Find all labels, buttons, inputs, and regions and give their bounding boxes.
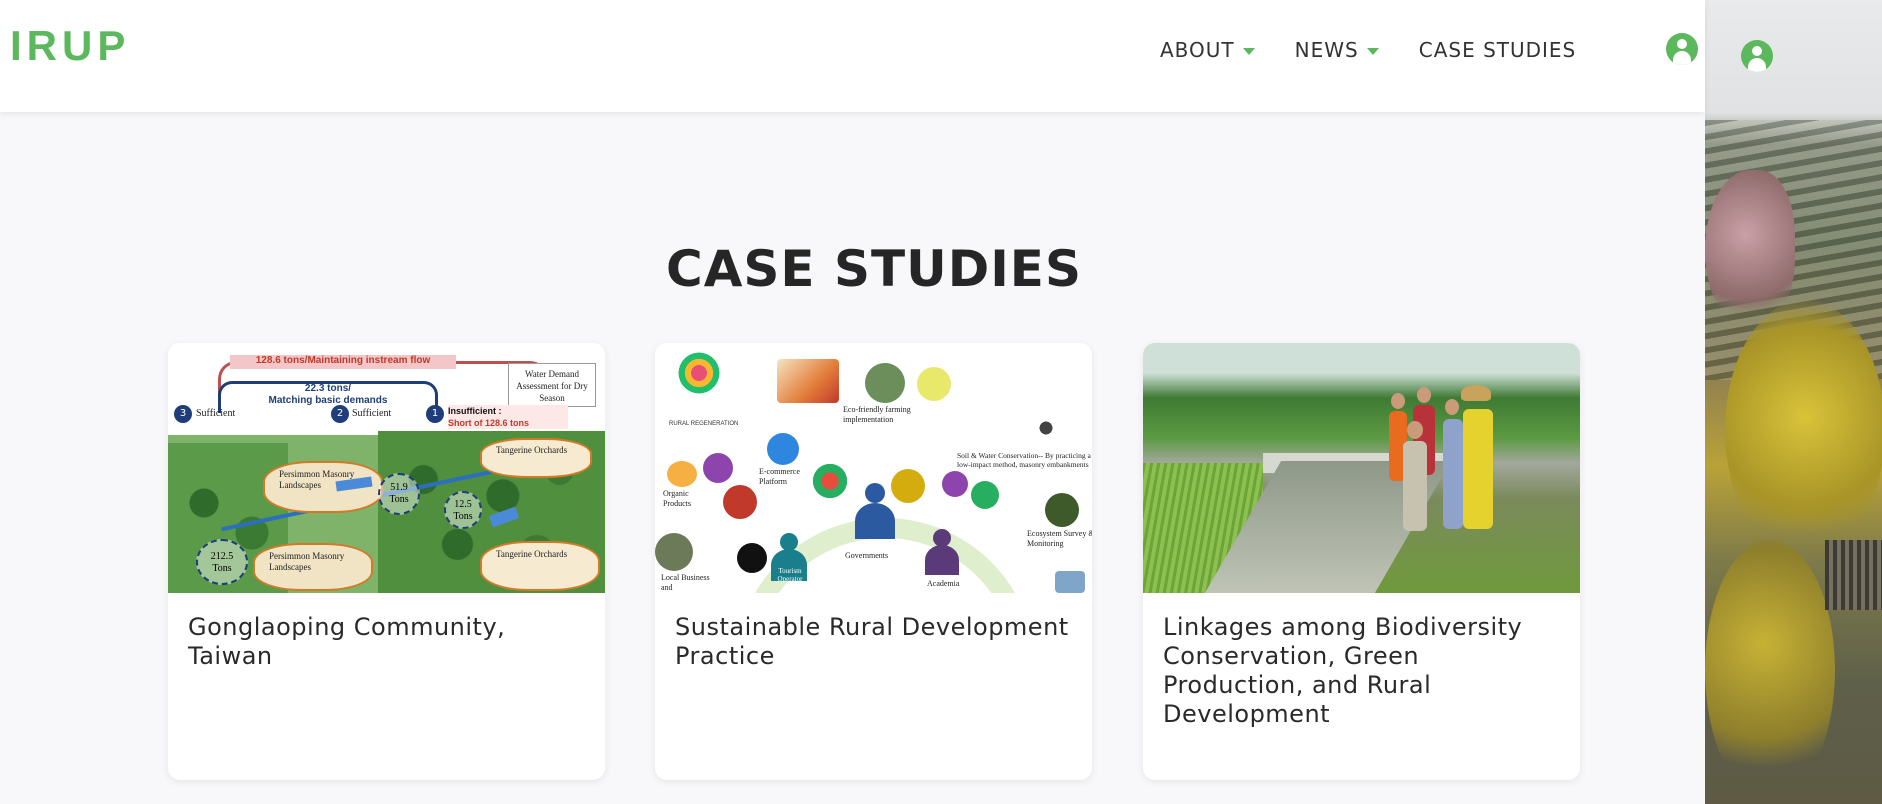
red-logo-icon [723,485,757,519]
person-blue-shirt [1443,419,1463,529]
case-study-card-gonglaoping[interactable]: 128.6 tons/Maintaining instream flow 22.… [168,343,605,780]
landscape-photo [1055,571,1085,593]
water-demand-box: Water Demand Assessment for Dry Season [508,363,596,407]
user-circle-icon[interactable] [1666,33,1698,65]
orchard-label-2: Tangerine Orchards [496,549,568,559]
section-title: CASE STUDIES [666,240,1082,298]
water-demand-text: Water Demand Assessment for Dry Season [516,369,588,403]
badge-1: 1 [426,405,444,423]
yellow-tree [1725,300,1882,560]
person-white-shirt [1403,441,1427,531]
nav-news-label: NEWS [1294,38,1359,62]
academia-label: Academia [927,579,960,588]
background-photo-strip [1705,0,1882,804]
blue-flow-label-2: Matching basic demands [268,395,388,406]
person-head [1417,387,1431,403]
user-icon-body [1748,58,1766,72]
rural-regeneration-tree-icon [677,351,721,395]
card-title: Gonglaoping Community, Taiwan [188,613,506,670]
stones-icon [1028,417,1064,439]
tonnage-c: 212.5 Tons [210,551,234,574]
person-yellow-shirt [1463,409,1493,529]
caret-down-icon [1242,47,1255,55]
user-icon[interactable] [1741,40,1773,72]
insufficient-label: Insufficient : [448,406,502,416]
nav-about[interactable]: ABOUT [1160,38,1255,62]
ecommerce-icon [767,433,799,465]
person-head [1445,399,1459,415]
forestry-logo-icon [971,481,999,509]
site-header: IRUP ABOUT NEWS CASE STUDIES [0,0,1705,112]
ecosystem-photo [1045,493,1079,527]
academia-person-icon [925,529,959,575]
orchard-region-1: Tangerine Orchards [480,438,592,478]
badge-2: 2 [331,405,349,423]
case-study-image-map: 128.6 tons/Maintaining instream flow 22.… [168,343,605,593]
orchard-region-2: Tangerine Orchards [480,541,600,591]
tonnage-circle-c: 212.5 Tons [196,539,248,585]
caret-down-icon [1366,47,1379,55]
badge-3: 3 [174,405,192,423]
governments-label: Governments [845,551,889,560]
local-label: Local Business and [661,573,710,592]
main-nav: ABOUT NEWS CASE STUDIES [1160,38,1616,62]
user-icon-head [1677,39,1687,49]
persimmon-label-2: Persimmon Masonry Landscapes [269,551,345,572]
eco-label: Eco-friendly farming implementation [843,405,911,424]
straw-hat [1461,385,1491,401]
ecosystem-label: Ecosystem Survey & Monitoring [1027,529,1092,548]
case-study-image-collage: RURAL REGENERATION Eco-friendly farming … [655,343,1092,593]
agency-logo-icon-2 [891,469,925,503]
organic-product-icon [667,461,697,487]
farm-logo-icon [865,363,905,403]
site-logo[interactable]: IRUP [10,22,130,70]
orchard-label-1: Tangerine Orchards [496,445,568,455]
local-business-photo [655,533,693,571]
produce-photo [777,359,839,403]
person-head [1391,393,1405,409]
person-head [1407,421,1423,439]
agency-logo-icon [810,461,850,501]
case-study-card-biodiversity[interactable]: Linkages among Biodiversity Conservation… [1143,343,1580,780]
organic-product-icon-2 [703,453,733,483]
card-title: Sustainable Rural Development Practice [675,613,1069,670]
ant-logo-icon [917,367,951,401]
blue-flow-label: 22.3 tons/ Matching basic demands [228,383,428,407]
tourism-label: Tourism Operator [777,567,803,583]
case-study-image-photo [1143,343,1580,593]
user-icon-body [1673,51,1691,65]
short-label: Short of 128.6 tons [448,418,530,428]
soil-label: Soil & Water Conservation-- By practicin… [957,451,1091,469]
tonnage-a: 51.9 Tons [389,482,409,505]
yellow-tree-lower [1705,540,1835,800]
card-title: Linkages among Biodiversity Conservation… [1163,613,1523,728]
persimmon-region-2: Persimmon Masonry Landscapes [253,543,373,591]
flow-label: 128.6 tons/Maintaining instream flow [255,355,431,366]
blue-flow-label-1: 22.3 tons/ [304,383,352,394]
tonnage-b: 12.5 Tons [453,499,473,522]
house-roof [1825,540,1882,610]
rural-regeneration-label: RURAL REGENERATION [669,421,739,427]
governments-person-icon [855,483,895,539]
agency-logo-icon-3 [942,471,968,497]
organic-label: Organic Products [663,489,691,508]
sufficient-label-1: Sufficient [196,408,236,419]
nav-case-studies[interactable]: CASE STUDIES [1419,38,1577,62]
chef-icon [737,543,767,573]
tonnage-circle-b: 12.5 Tons [444,491,482,529]
user-icon-head [1752,46,1762,56]
sufficient-label-2: Sufficient [352,408,392,419]
case-study-card-sustainable-rural[interactable]: RURAL REGENERATION Eco-friendly farming … [655,343,1092,780]
tonnage-circle-a: 51.9 Tons [378,473,420,515]
nav-news[interactable]: NEWS [1295,38,1379,62]
insufficient-box: Insufficient : Short of 128.6 tons [448,405,568,429]
nav-case-studies-label: CASE STUDIES [1418,38,1577,62]
nav-about-label: ABOUT [1160,38,1235,62]
